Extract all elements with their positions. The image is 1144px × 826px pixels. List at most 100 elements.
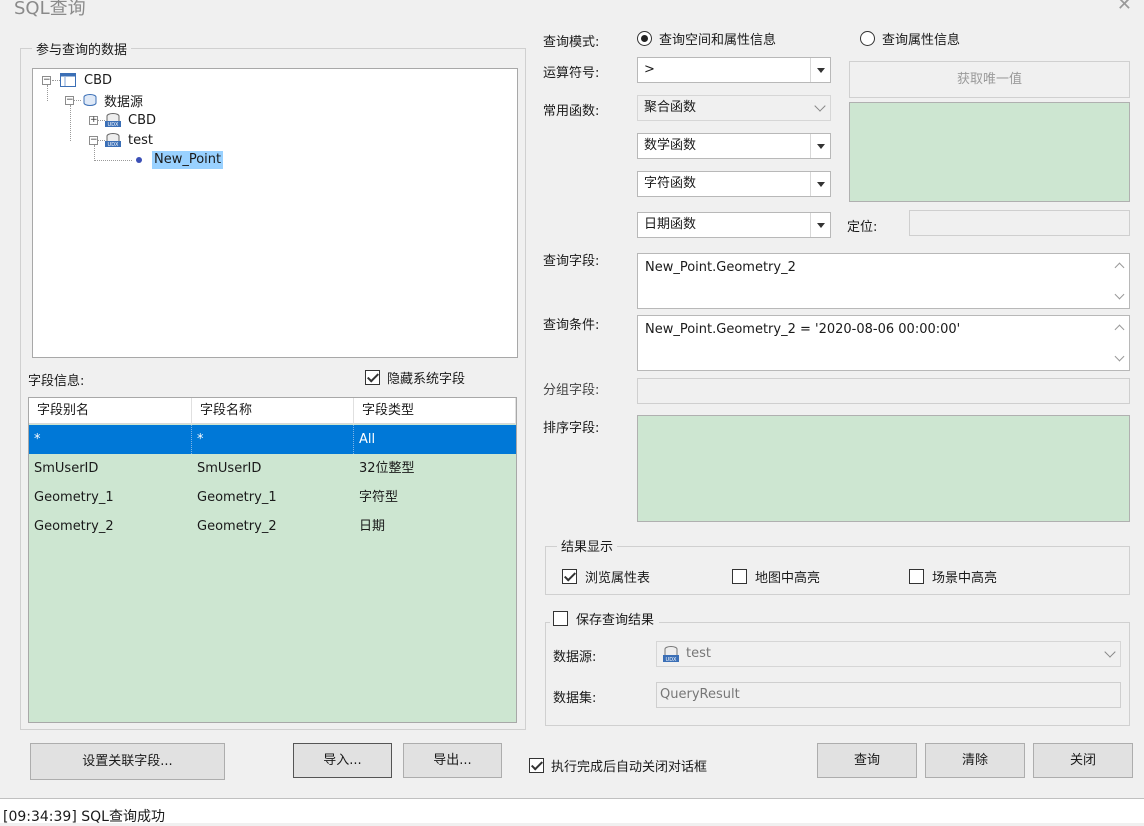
table-row[interactable]: Geometry_1 Geometry_1 字符型 — [29, 483, 516, 512]
table-row[interactable]: SmUserID SmUserID 32位整型 — [29, 454, 516, 483]
output-log: [09:34:39] SQL查询成功 — [0, 798, 1144, 825]
aggregate-function-select[interactable]: 聚合函数 — [637, 95, 831, 121]
close-button[interactable]: 关闭 — [1033, 743, 1133, 778]
sort-field-list[interactable] — [637, 415, 1130, 522]
export-button[interactable]: 导出... — [403, 743, 502, 778]
locate-input[interactable] — [909, 210, 1130, 236]
browse-table-option[interactable]: 浏览属性表 — [562, 567, 650, 586]
dropdown-arrow-icon[interactable] — [810, 134, 830, 158]
scene-highlight-option[interactable]: 场景中高亮 — [909, 567, 997, 586]
hide-system-fields[interactable]: 隐藏系统字段 — [365, 368, 465, 387]
data-tree[interactable]: − CBD − 数据源 + UDX CBD − UDX test New_Poi… — [32, 68, 518, 358]
condition-scrollbar[interactable] — [1111, 316, 1129, 370]
tree-node-ds-cbd[interactable]: + UDX CBD — [89, 111, 156, 129]
query-button[interactable]: 查询 — [817, 743, 917, 778]
unique-values-list[interactable] — [849, 102, 1130, 202]
save-dataset-value: QueryResult — [660, 687, 740, 702]
cell-alias: SmUserID — [34, 461, 99, 476]
query-field-input[interactable]: New_Point.Geometry_2 — [637, 253, 1130, 309]
cell-name: Geometry_2 — [197, 519, 277, 534]
mode-option2-label: 查询属性信息 — [882, 33, 961, 48]
query-field-scrollbar[interactable] — [1111, 254, 1129, 308]
collapse-icon[interactable]: − — [42, 75, 51, 85]
data-groupbox-legend: 参与查询的数据 — [32, 39, 132, 58]
chevron-down-icon[interactable] — [810, 96, 830, 120]
map-highlight-option[interactable]: 地图中高亮 — [732, 567, 820, 586]
udbx-datasource-icon: UDX — [105, 113, 121, 128]
tree-ds2-label: test — [128, 132, 153, 148]
expand-icon[interactable]: + — [89, 115, 98, 125]
table-row[interactable]: * * All — [29, 425, 516, 454]
svg-text:UDX: UDX — [666, 657, 678, 663]
import-button[interactable]: 导入... — [293, 743, 392, 778]
auto-close-checkbox[interactable] — [529, 758, 544, 773]
fields-label: 字段信息: — [28, 374, 85, 389]
table-row[interactable]: Geometry_2 Geometry_2 日期 — [29, 512, 516, 541]
tree-node-root[interactable]: − CBD — [42, 71, 112, 89]
math-function-select[interactable]: 数学函数 — [637, 133, 831, 159]
svg-text:UDX: UDX — [108, 142, 120, 148]
auto-close-option[interactable]: 执行完成后自动关闭对话框 — [529, 756, 707, 775]
collapse-icon[interactable]: − — [65, 95, 74, 105]
dropdown-arrow-icon[interactable] — [810, 213, 830, 237]
mode-radio-spatial-attr[interactable] — [637, 31, 652, 46]
scroll-up-icon[interactable] — [1114, 262, 1125, 273]
map-highlight-checkbox[interactable] — [732, 569, 747, 584]
mode-radio-attr[interactable] — [860, 31, 875, 46]
clear-button[interactable]: 清除 — [925, 743, 1025, 778]
collapse-icon[interactable]: − — [89, 135, 98, 145]
dropdown-arrow-icon[interactable] — [810, 172, 830, 196]
cell-alias: Geometry_1 — [34, 490, 114, 505]
scene-highlight-checkbox[interactable] — [909, 569, 924, 584]
condition-label: 查询条件: — [543, 318, 600, 333]
close-icon[interactable]: ✕ — [1117, 0, 1132, 15]
hide-system-checkbox[interactable] — [365, 370, 380, 385]
map-window-icon — [60, 73, 76, 87]
operator-value: > — [644, 62, 655, 77]
fields-table[interactable]: 字段别名 字段名称 字段类型 * * All SmUserID SmUserID… — [28, 397, 517, 723]
save-datasource-select[interactable]: UDX test — [656, 641, 1121, 667]
udbx-datasource-icon: UDX — [105, 133, 121, 148]
tree-node-dataset[interactable]: New_Point — [134, 151, 224, 169]
group-field-label: 分组字段: — [543, 383, 600, 398]
scroll-down-icon[interactable] — [1114, 351, 1125, 362]
cell-name: SmUserID — [197, 461, 262, 476]
set-relation-fields-button[interactable]: 设置关联字段... — [30, 743, 225, 780]
tree-node-datasources[interactable]: − 数据源 — [65, 91, 143, 110]
tree-node-ds-test[interactable]: − UDX test — [89, 131, 153, 149]
date-function-select[interactable]: 日期函数 — [637, 212, 831, 238]
browse-table-checkbox[interactable] — [562, 569, 577, 584]
date-function-value: 日期函数 — [644, 217, 697, 232]
aggregate-function-value: 聚合函数 — [644, 100, 697, 115]
map-highlight-label: 地图中高亮 — [755, 571, 821, 586]
save-result-checkbox[interactable] — [553, 611, 568, 626]
auto-close-label: 执行完成后自动关闭对话框 — [551, 760, 708, 775]
save-dataset-label: 数据集: — [553, 691, 597, 706]
cell-alias: * — [29, 425, 192, 454]
mode-option-attr[interactable]: 查询属性信息 — [860, 29, 960, 48]
tree-root-label: CBD — [84, 72, 113, 88]
string-function-select[interactable]: 字符函数 — [637, 171, 831, 197]
operator-select[interactable]: > — [637, 57, 831, 83]
column-header-name[interactable]: 字段名称 — [192, 398, 354, 424]
chevron-down-icon[interactable] — [1100, 642, 1120, 666]
cell-type: 字符型 — [359, 490, 399, 505]
get-unique-values-button[interactable]: 获取唯一值 — [849, 61, 1130, 98]
column-header-alias[interactable]: 字段别名 — [29, 398, 192, 424]
column-header-type[interactable]: 字段类型 — [354, 398, 516, 424]
mode-option-spatial-attr[interactable]: 查询空间和属性信息 — [637, 29, 776, 48]
condition-value: New_Point.Geometry_2 = '2020-08-06 00:00… — [645, 322, 961, 337]
save-datasource-label: 数据源: — [553, 650, 597, 665]
scroll-down-icon[interactable] — [1114, 289, 1125, 300]
dropdown-arrow-icon[interactable] — [810, 58, 830, 82]
group-field-input[interactable] — [637, 378, 1130, 404]
mode-option1-label: 查询空间和属性信息 — [659, 33, 777, 48]
query-field-value: New_Point.Geometry_2 — [645, 260, 796, 275]
cell-name: * — [192, 425, 354, 454]
save-result-option[interactable]: 保存查询结果 — [550, 609, 660, 628]
udbx-datasource-icon: UDX — [663, 646, 679, 663]
save-dataset-input[interactable]: QueryResult — [656, 682, 1121, 708]
condition-input[interactable]: New_Point.Geometry_2 = '2020-08-06 00:00… — [637, 315, 1130, 371]
scroll-up-icon[interactable] — [1114, 324, 1125, 335]
datasources-icon — [83, 94, 97, 106]
